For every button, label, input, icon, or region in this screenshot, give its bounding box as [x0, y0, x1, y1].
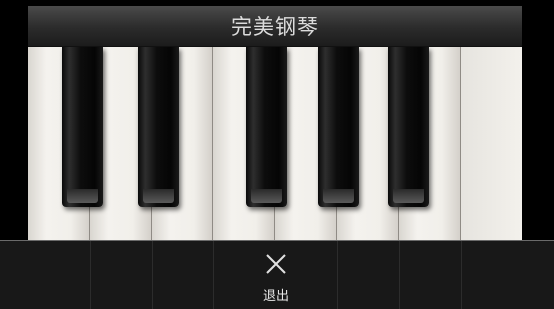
ghost-divider	[152, 241, 153, 309]
piano-keyboard	[28, 47, 522, 240]
black-key[interactable]	[246, 47, 287, 207]
ghost-divider	[461, 241, 462, 309]
piano-screen: 完美钢琴 退出	[0, 0, 554, 309]
black-key[interactable]	[62, 47, 103, 207]
app-title: 完美钢琴	[231, 15, 319, 39]
exit-button[interactable]: 退出	[245, 252, 307, 309]
white-key[interactable]	[461, 47, 522, 240]
black-key[interactable]	[138, 47, 179, 207]
close-icon	[266, 254, 286, 274]
black-key[interactable]	[318, 47, 359, 207]
ghost-divider	[213, 241, 214, 309]
black-key[interactable]	[388, 47, 429, 207]
ghost-divider	[399, 241, 400, 309]
ghost-divider	[337, 241, 338, 309]
ghost-divider	[90, 241, 91, 309]
exit-label: 退出	[262, 289, 289, 304]
title-bar: 完美钢琴	[28, 6, 522, 47]
